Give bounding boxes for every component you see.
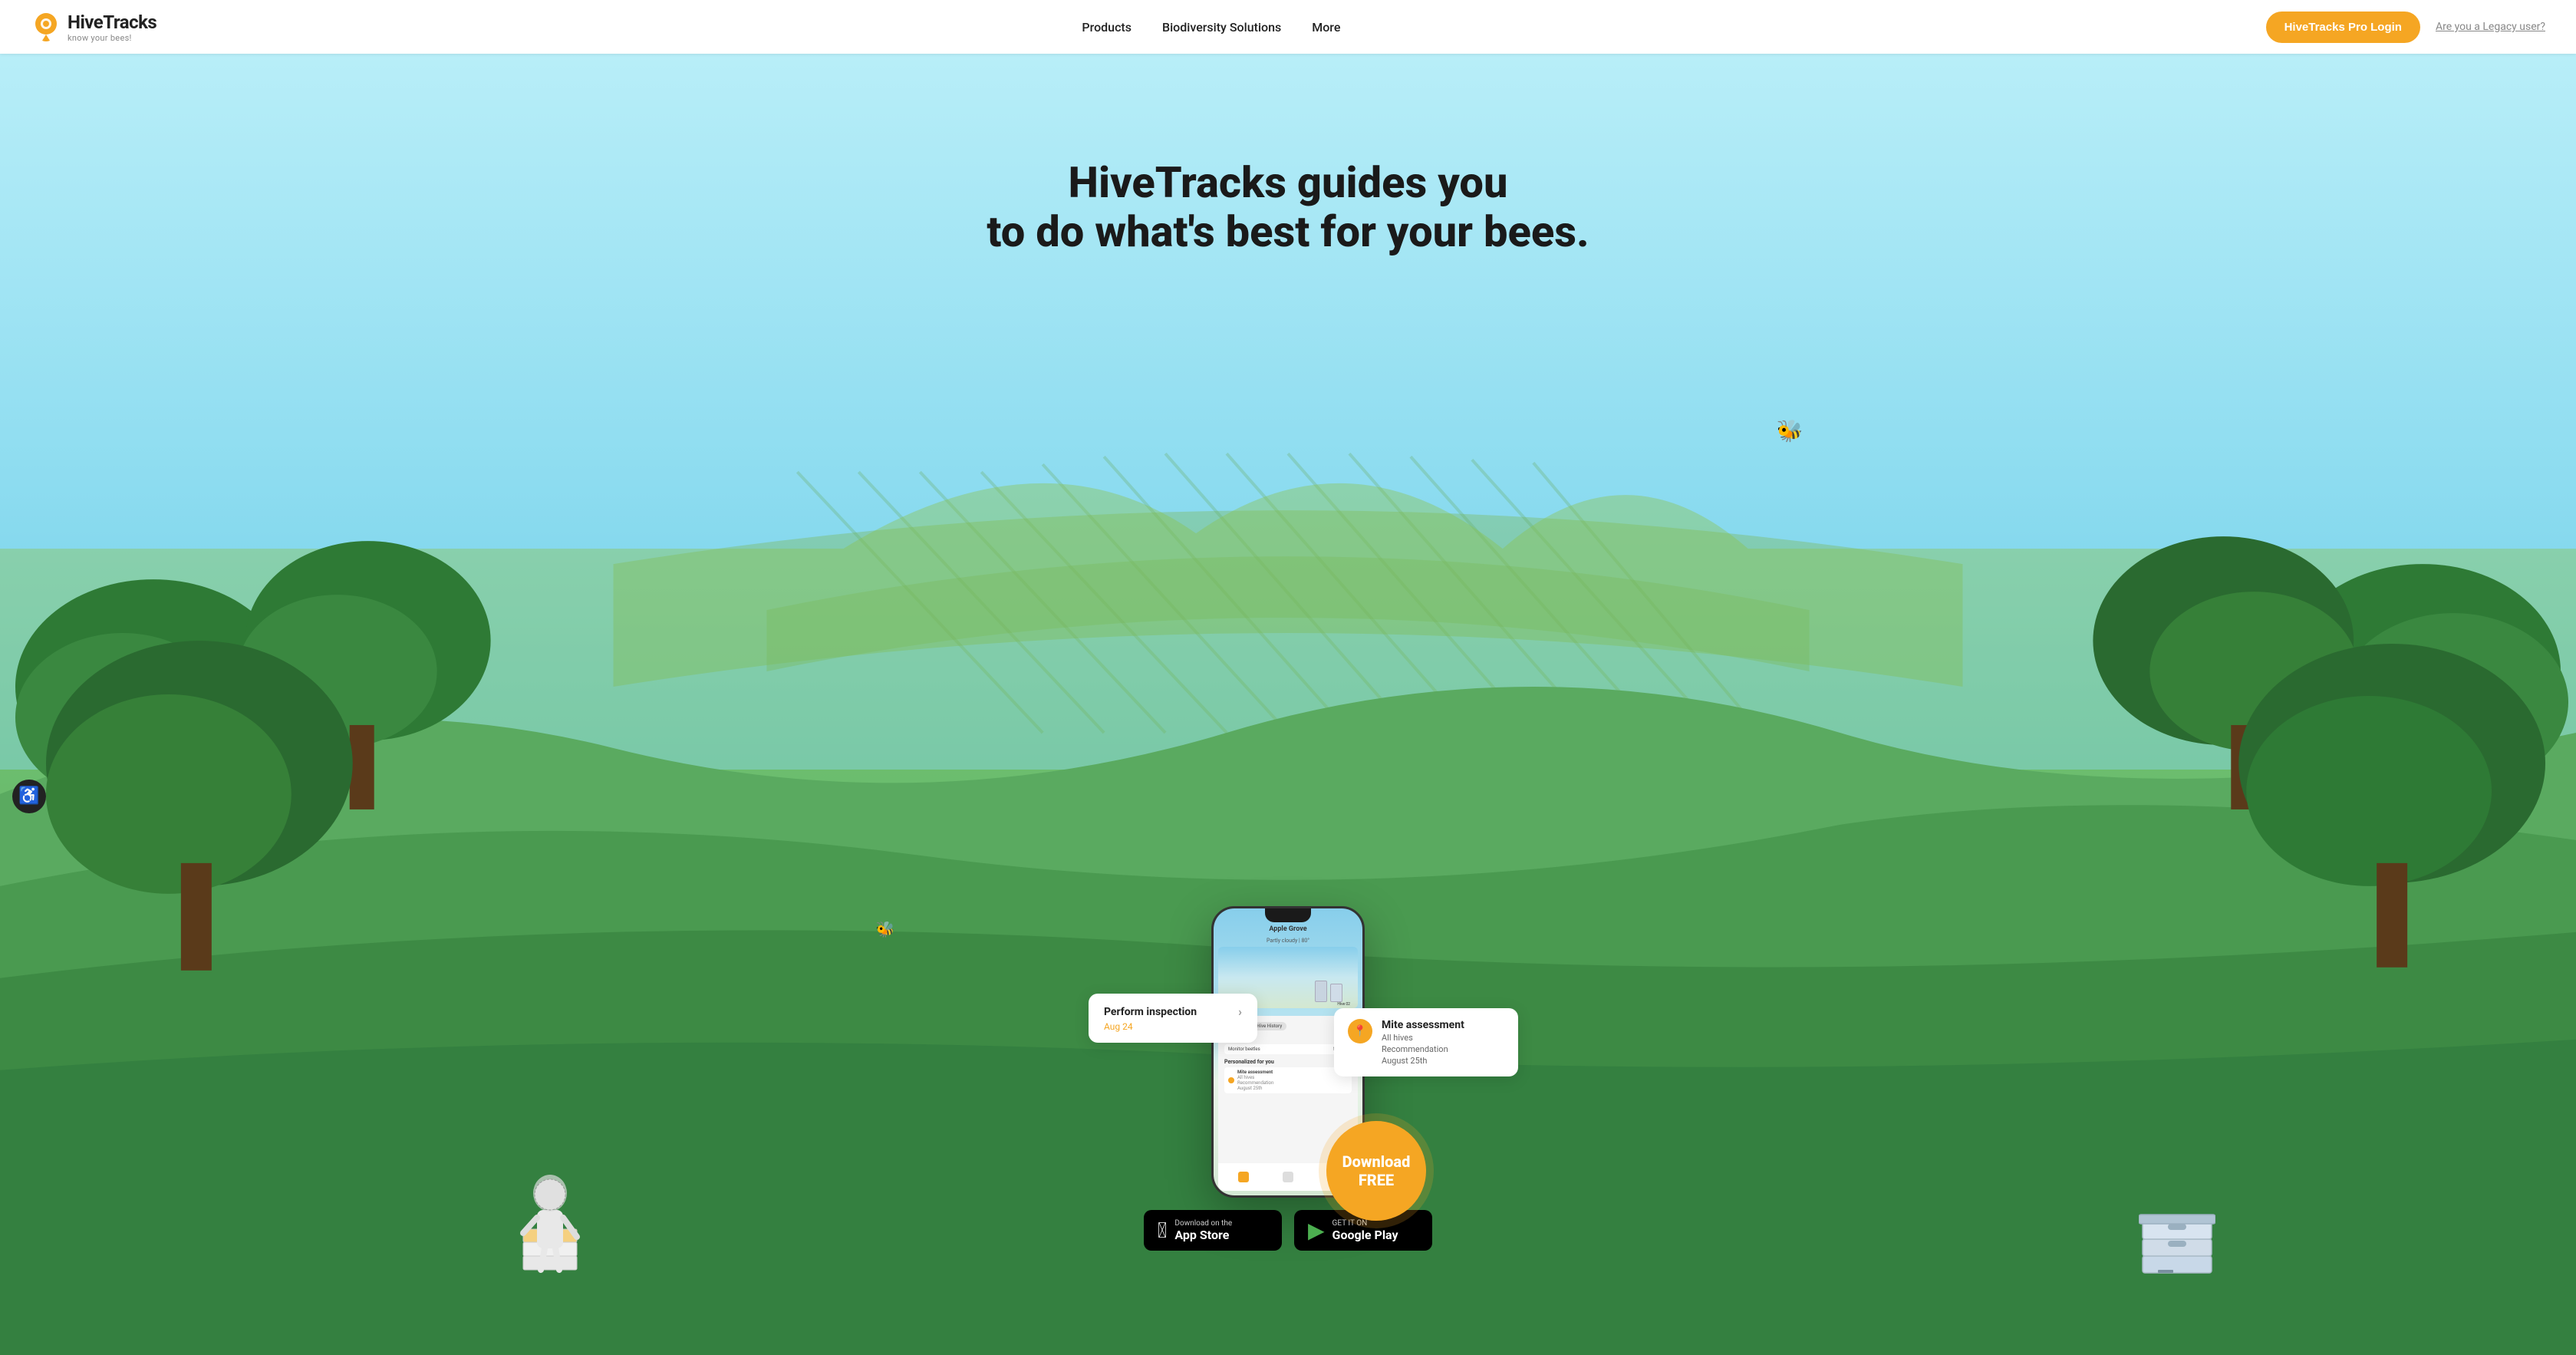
hero-section: HiveTracks guides you to do what's best …: [0, 54, 2576, 1355]
logo-text: HiveTracks know your bees!: [68, 12, 156, 43]
download-badge-text: Download FREE: [1342, 1152, 1411, 1189]
google-play-icon: ▶: [1308, 1218, 1325, 1243]
card-mite-icon: 📍: [1348, 1019, 1372, 1043]
card-mite-sub1: All hives: [1382, 1033, 1464, 1043]
accessibility-icon: ♿: [18, 786, 39, 806]
phone-home-icon: [1238, 1172, 1249, 1182]
app-store-small-text: Download on the: [1174, 1219, 1232, 1228]
nav-biodiversity[interactable]: Biodiversity Solutions: [1162, 20, 1281, 35]
card-inspection: Perform inspection › Aug 24: [1089, 994, 1257, 1043]
card-mite-sub2: Recommendation: [1382, 1044, 1464, 1054]
logo-group: HiveTracks know your bees!: [31, 12, 156, 43]
hero-title: HiveTracks guides you to do what's best …: [987, 158, 1589, 257]
bee-2: 🐝: [876, 920, 895, 938]
phone-notch: [1265, 908, 1311, 922]
app-store-big-text: App Store: [1174, 1228, 1232, 1242]
card-mite-assessment: 📍 Mite assessment All hives Recommendati…: [1334, 1008, 1518, 1076]
nav-products[interactable]: Products: [1082, 20, 1132, 35]
phone-todo-item-1: Monitor beetles May 24: [1224, 1044, 1352, 1054]
card-inspection-title: Perform inspection: [1104, 1006, 1197, 1018]
nav-links: Products Biodiversity Solutions More: [1082, 20, 1340, 35]
navbar: HiveTracks know your bees! Products Biod…: [0, 0, 2576, 54]
logo-icon: [31, 12, 61, 42]
beekeeper-figure: [516, 1149, 585, 1290]
nav-actions: HiveTracks Pro Login Are you a Legacy us…: [2266, 12, 2545, 43]
phone-group-icon: [1283, 1172, 1293, 1182]
accessibility-button[interactable]: ♿: [12, 780, 46, 813]
app-store-button[interactable]:  Download on the App Store: [1144, 1210, 1282, 1251]
card-mite-sub3: August 25th: [1382, 1056, 1464, 1066]
download-badge[interactable]: Download FREE: [1326, 1121, 1426, 1221]
nav-more[interactable]: More: [1312, 20, 1340, 35]
phone-weather: Partly cloudy | 80°: [1214, 938, 1362, 944]
logo-tagline: know your bees!: [68, 33, 156, 43]
google-play-big-text: Google Play: [1332, 1228, 1398, 1242]
logo-name: HiveTracks: [68, 12, 156, 33]
phone-container: Perform inspection › Aug 24 Apple Grove …: [1144, 906, 1432, 1251]
apple-icon: : [1158, 1218, 1167, 1243]
card-chevron-icon: ›: [1238, 1004, 1242, 1019]
bee-1: 🐝: [1777, 418, 1804, 443]
hero-title-line2: to do what's best for your bees.: [987, 206, 1589, 257]
legacy-user-link[interactable]: Are you a Legacy user?: [2436, 21, 2545, 33]
hero-title-line1: HiveTracks guides you: [1069, 157, 1508, 208]
phone-rec-dot: [1228, 1077, 1234, 1083]
card-inspection-date: Aug 24: [1104, 1021, 1242, 1032]
google-play-small-text: GET IT ON: [1332, 1219, 1398, 1228]
phone-hive-label: Hive 02: [1337, 1002, 1350, 1007]
phone-personalized-title: Personalized for you: [1224, 1059, 1274, 1065]
phone-tab-history: Hive History: [1252, 1022, 1286, 1030]
pro-login-button[interactable]: HiveTracks Pro Login: [2266, 12, 2420, 43]
card-mite-title: Mite assessment: [1382, 1019, 1464, 1031]
phone-rec-item: Mite assessment All hives Recommendation…: [1224, 1067, 1352, 1093]
hive-right: [2139, 1164, 2215, 1290]
phone-with-cards: Perform inspection › Aug 24 Apple Grove …: [1211, 906, 1365, 1198]
